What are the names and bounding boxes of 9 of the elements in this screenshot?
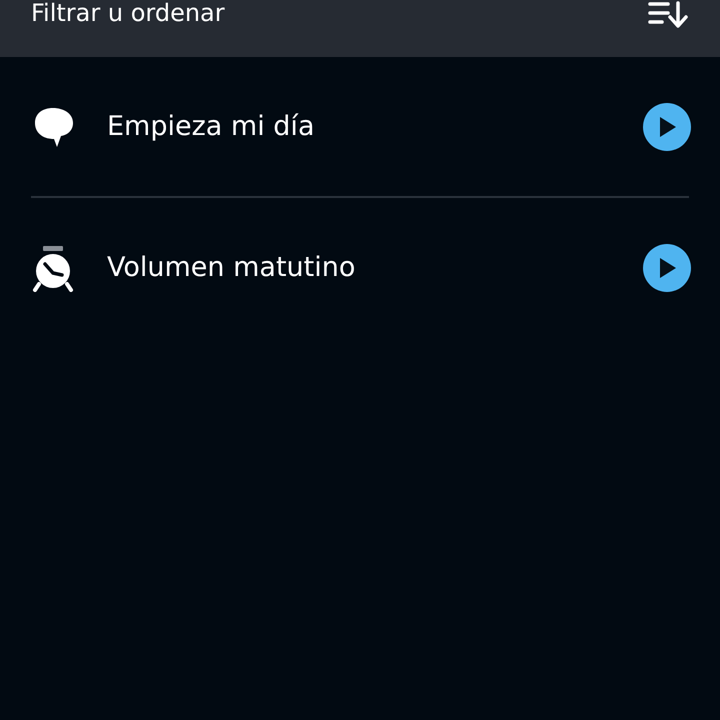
routine-name[interactable]: Volumen matutino xyxy=(107,252,643,283)
play-button[interactable] xyxy=(643,102,691,150)
alarm-clock-icon xyxy=(31,244,75,292)
play-button[interactable] xyxy=(643,244,691,292)
header-title: Filtrar u ordenar xyxy=(31,0,225,26)
routine-name[interactable]: Empieza mi día xyxy=(107,111,643,142)
play-icon xyxy=(657,116,677,138)
play-icon xyxy=(657,256,677,278)
sort-icon[interactable] xyxy=(648,0,688,30)
